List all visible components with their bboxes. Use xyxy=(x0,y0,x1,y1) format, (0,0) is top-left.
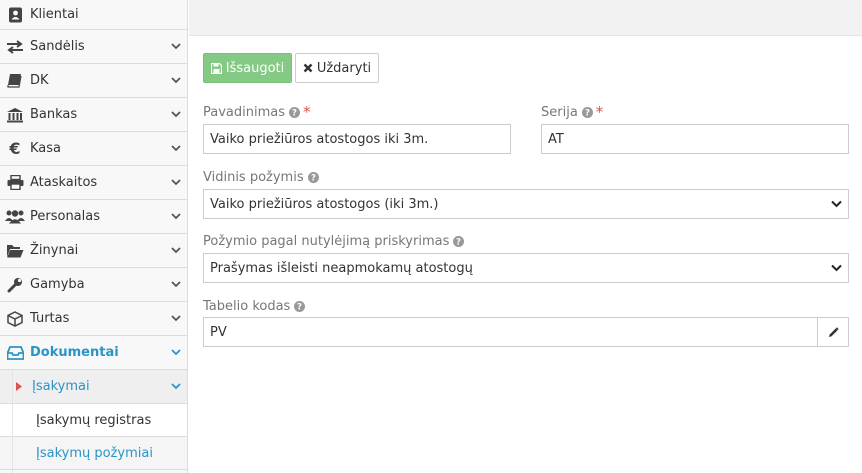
sidebar-item-label: Gamyba xyxy=(30,277,85,292)
default-assignment-label: Požymio pagal nutylėjimą priskyrimas ? xyxy=(203,234,465,249)
series-label-text: Serija xyxy=(541,105,578,120)
svg-text:?: ? xyxy=(292,109,297,119)
save-button[interactable]: Išsaugoti xyxy=(203,53,292,83)
floppy-disk-icon xyxy=(210,62,222,74)
sidebar-item-label: Klientai xyxy=(30,7,79,22)
timesheet-code-label-text: Tabelio kodas xyxy=(203,299,291,314)
timesheet-code-input-value: PV xyxy=(210,324,227,340)
sidebar-item-dk[interactable]: DK xyxy=(0,64,187,98)
top-header-bar xyxy=(189,0,862,36)
exchange-arrows-icon xyxy=(5,38,25,56)
sidebar-subsubitem-label: Įsakymų požymiai xyxy=(36,445,153,461)
sidebar-item-zinynai[interactable]: Žinynai xyxy=(0,234,187,268)
name-input[interactable]: Vaiko priežiūros atostogos iki 3m. xyxy=(203,124,511,154)
name-input-value: Vaiko priežiūros atostogos iki 3m. xyxy=(210,131,429,147)
sidebar-item-label: Turtas xyxy=(30,311,70,326)
folder-open-icon xyxy=(5,242,25,260)
sidebar-item-personalas[interactable]: Personalas xyxy=(0,200,187,234)
help-icon[interactable]: ? xyxy=(294,301,306,313)
save-button-label: Išsaugoti xyxy=(225,60,285,76)
client-card-icon xyxy=(5,6,25,24)
sidebar-subsubitem-label: Įsakymų registras xyxy=(36,412,152,428)
help-icon[interactable]: ? xyxy=(289,107,300,118)
name-label-text: Pavadinimas xyxy=(203,105,285,120)
caret-right-icon xyxy=(14,378,24,396)
help-icon[interactable]: ? xyxy=(307,172,319,184)
sidebar-item-bankas[interactable]: Bankas xyxy=(0,98,187,132)
chevron-down-icon xyxy=(171,178,181,188)
timesheet-code-input[interactable]: PV xyxy=(203,317,818,347)
internal-attribute-select[interactable]: Vaiko priežiūros atostogos (iki 3m.) xyxy=(203,189,849,219)
close-button-label: Uždaryti xyxy=(316,60,372,76)
default-assignment-select[interactable]: Prašymas išleisti neapmokamų atostogų xyxy=(203,253,849,283)
sidebar-item-label: Žinynai xyxy=(30,243,79,258)
sidebar-item-label: Dokumentai xyxy=(30,345,119,360)
sidebar-item-label: DK xyxy=(30,73,49,88)
close-icon xyxy=(303,63,313,73)
sidebar-tree-line xyxy=(12,370,13,473)
sidebar-item-klientai[interactable]: Klientai xyxy=(0,0,187,30)
series-label: Serija ? * xyxy=(541,103,604,121)
sidebar-item-dokumentai[interactable]: Dokumentai xyxy=(0,336,187,370)
help-icon[interactable]: ? xyxy=(453,236,465,248)
inbox-icon xyxy=(5,344,25,362)
svg-text:?: ? xyxy=(585,109,590,119)
internal-attribute-select-value: Vaiko priežiūros atostogos (iki 3m.) xyxy=(210,196,439,212)
internal-attribute-label-text: Vidinis požymis xyxy=(203,170,304,185)
chevron-down-icon xyxy=(831,200,842,208)
sidebar-item-label: Ataskaitos xyxy=(30,175,98,190)
default-assignment-select-value: Prašymas išleisti neapmokamų atostogų xyxy=(210,260,473,276)
sidebar-item-sandelis[interactable]: Sandėlis xyxy=(0,30,187,64)
sidebar-subsubitem-isakymu-pozymiai[interactable]: Įsakymų požymiai xyxy=(0,437,187,470)
sidebar-item-label: Kasa xyxy=(30,141,62,156)
sidebar: Klientai Sandėlis DK Bankas € Kasa Atask… xyxy=(0,0,188,473)
required-mark: * xyxy=(595,103,604,121)
close-button[interactable]: Uždaryti xyxy=(295,53,379,83)
series-input-value: AT xyxy=(548,131,564,147)
sidebar-item-label: Sandėlis xyxy=(30,39,85,54)
bank-icon xyxy=(5,106,25,124)
svg-text:?: ? xyxy=(311,174,316,184)
name-label: Pavadinimas ? * xyxy=(203,103,311,121)
euro-icon: € xyxy=(9,139,21,158)
chevron-down-icon xyxy=(171,348,181,358)
wrench-icon xyxy=(5,276,25,294)
chevron-down-icon xyxy=(171,42,181,52)
pencil-icon xyxy=(828,326,839,338)
internal-attribute-label: Vidinis požymis ? xyxy=(203,170,319,185)
chevron-down-icon xyxy=(171,144,181,154)
series-input[interactable]: AT xyxy=(541,124,849,154)
svg-text:?: ? xyxy=(297,303,302,313)
chevron-down-icon xyxy=(831,264,842,272)
chevron-down-icon xyxy=(171,314,181,324)
chevron-down-icon xyxy=(171,246,181,256)
users-icon xyxy=(5,208,25,226)
svg-text:?: ? xyxy=(456,238,461,248)
sidebar-item-label: Personalas xyxy=(30,209,101,224)
book-icon xyxy=(5,72,25,90)
help-icon[interactable]: ? xyxy=(581,107,593,119)
chevron-down-icon xyxy=(171,382,181,392)
sidebar-item-gamyba[interactable]: Gamyba xyxy=(0,268,187,302)
chevron-down-icon xyxy=(171,212,181,222)
sidebar-subitem-label: Įsakymai xyxy=(32,379,90,394)
printer-icon xyxy=(5,174,25,192)
sidebar-subsubitem-isakymu-registras[interactable]: Įsakymų registras xyxy=(0,404,187,437)
sidebar-item-label: Bankas xyxy=(30,107,78,122)
required-mark: * xyxy=(303,103,311,121)
timesheet-code-label: Tabelio kodas ? xyxy=(203,299,306,314)
chevron-down-icon xyxy=(171,280,181,290)
sidebar-item-ataskaitos[interactable]: Ataskaitos xyxy=(0,166,187,200)
chevron-down-icon xyxy=(171,76,181,86)
default-assignment-label-text: Požymio pagal nutylėjimą priskyrimas xyxy=(203,234,450,249)
chevron-down-icon xyxy=(171,110,181,120)
sidebar-item-turtas[interactable]: Turtas xyxy=(0,302,187,336)
sidebar-subitem-isakymai[interactable]: Įsakymai xyxy=(0,370,187,404)
sidebar-item-kasa[interactable]: € Kasa xyxy=(0,132,187,166)
edit-timesheet-code-button[interactable] xyxy=(817,317,849,347)
cube-icon xyxy=(5,310,25,328)
